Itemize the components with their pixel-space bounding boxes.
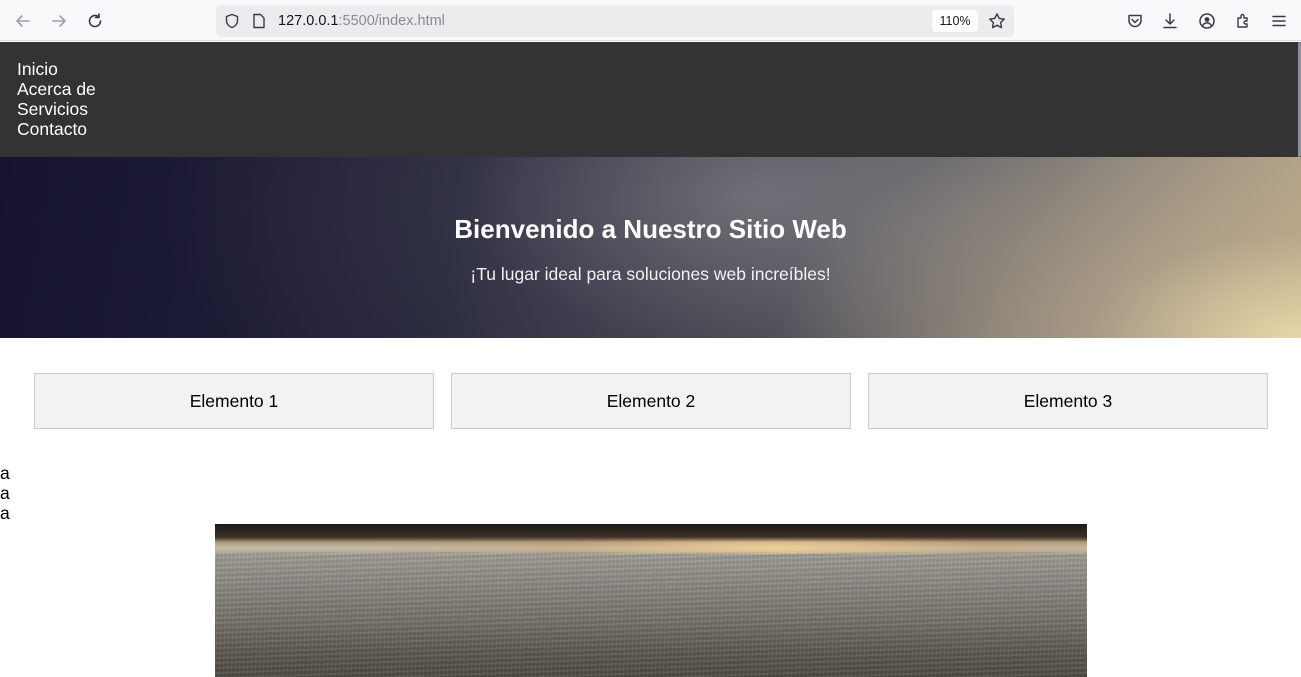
text-lines: a a a bbox=[0, 463, 10, 523]
page-viewport: Inicio Acerca de Servicios Contacto Bien… bbox=[0, 42, 1301, 677]
star-icon[interactable] bbox=[988, 12, 1006, 30]
shield-icon[interactable] bbox=[223, 12, 241, 30]
nav-item-contacto[interactable]: Contacto bbox=[17, 119, 1301, 139]
forward-arrow-icon[interactable] bbox=[46, 8, 72, 34]
browser-toolbar: 127.0.0.1:5500/index.html 110% bbox=[0, 0, 1301, 41]
extensions-icon[interactable] bbox=[1230, 8, 1256, 34]
nav-list: Inicio Acerca de Servicios Contacto bbox=[0, 42, 1301, 139]
menu-icon[interactable] bbox=[1266, 8, 1292, 34]
back-arrow-icon[interactable] bbox=[10, 8, 36, 34]
text-line: a bbox=[0, 463, 10, 483]
treeline bbox=[215, 524, 1087, 542]
url-text[interactable]: 127.0.0.1:5500/index.html bbox=[278, 12, 445, 30]
hero-title: Bienvenido a Nuestro Sitio Web bbox=[454, 214, 847, 244]
site-nav: Inicio Acerca de Servicios Contacto bbox=[0, 42, 1301, 157]
hero-banner: Bienvenido a Nuestro Sitio Web ¡Tu lugar… bbox=[0, 157, 1301, 338]
url-bar[interactable]: 127.0.0.1:5500/index.html 110% bbox=[216, 5, 1014, 37]
card-elemento-3: Elemento 3 bbox=[868, 373, 1268, 429]
account-icon[interactable] bbox=[1194, 8, 1220, 34]
download-icon[interactable] bbox=[1157, 8, 1183, 34]
hero-subtitle: ¡Tu lugar ideal para soluciones web incr… bbox=[470, 264, 831, 284]
frosty-field-image bbox=[215, 524, 1087, 677]
card-elemento-1: Elemento 1 bbox=[34, 373, 434, 429]
url-path: :5500/index.html bbox=[338, 13, 445, 29]
reload-icon[interactable] bbox=[82, 8, 108, 34]
nav-item-acerca-de[interactable]: Acerca de bbox=[17, 79, 1301, 99]
zoom-level-button[interactable]: 110% bbox=[932, 10, 978, 32]
text-line: a bbox=[0, 503, 10, 523]
card-elemento-2: Elemento 2 bbox=[451, 373, 851, 429]
field-texture bbox=[215, 552, 1087, 677]
nav-item-inicio[interactable]: Inicio bbox=[17, 59, 1301, 79]
nav-item-servicios[interactable]: Servicios bbox=[17, 99, 1301, 119]
page-icon[interactable] bbox=[250, 12, 268, 30]
url-host: 127.0.0.1 bbox=[278, 13, 339, 29]
text-line: a bbox=[0, 483, 10, 503]
pocket-icon[interactable] bbox=[1122, 8, 1148, 34]
